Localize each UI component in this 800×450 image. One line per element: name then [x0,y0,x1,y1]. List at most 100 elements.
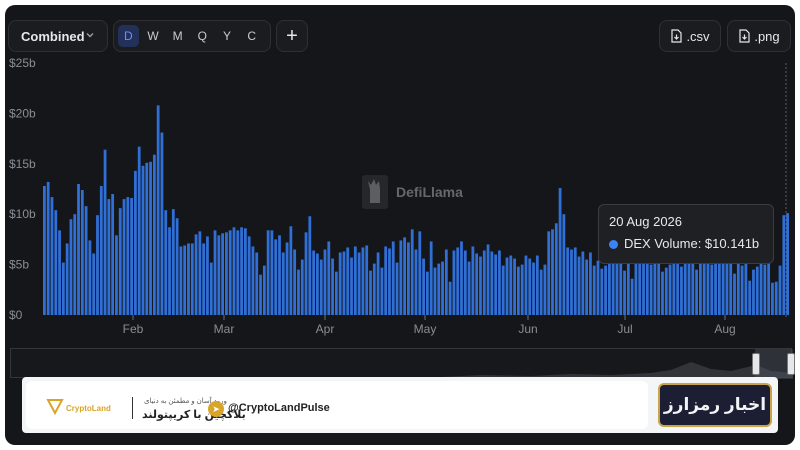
volume-bar[interactable] [274,239,278,315]
volume-bar[interactable] [342,251,346,316]
volume-bar[interactable] [759,262,763,315]
volume-bar[interactable] [710,264,714,315]
volume-bar[interactable] [323,249,327,315]
volume-bar[interactable] [285,242,289,315]
volume-bar[interactable] [774,281,778,315]
volume-bar[interactable] [289,226,293,315]
volume-bar[interactable] [543,264,547,315]
volume-bar[interactable] [281,252,285,316]
volume-bar[interactable] [353,246,357,315]
volume-bar[interactable] [407,242,410,315]
brush-handle-left[interactable] [752,353,760,375]
volume-bar[interactable] [232,227,236,315]
volume-bar[interactable] [293,249,297,315]
volume-bar[interactable] [262,265,266,315]
volume-bar[interactable] [357,252,361,316]
volume-bar[interactable] [596,260,600,315]
volume-bar[interactable] [77,183,80,315]
volume-bar[interactable] [661,271,664,315]
volume-bar[interactable] [391,241,395,315]
volume-bar[interactable] [365,245,369,315]
volume-bar[interactable] [505,257,509,315]
volume-bar[interactable] [80,190,84,315]
volume-bar[interactable] [171,209,175,315]
telegram-handle[interactable]: @CryptoLandPulse [228,402,330,414]
volume-bar[interactable] [604,265,607,315]
volume-bar[interactable] [479,256,482,315]
volume-bar[interactable] [50,197,54,315]
volume-bar[interactable] [733,273,736,315]
volume-bar[interactable] [721,258,725,315]
volume-bar[interactable] [680,266,683,315]
volume-bar[interactable] [115,235,118,315]
volume-bar[interactable] [346,247,350,315]
volume-bar[interactable] [297,269,300,315]
volume-bar[interactable] [46,181,50,315]
volume-bar[interactable] [486,244,490,315]
volume-bar[interactable] [194,234,198,315]
volume-bar[interactable] [528,258,532,315]
volume-bar[interactable] [334,271,338,315]
volume-bar[interactable] [54,210,58,315]
volume-bar[interactable] [441,261,444,315]
volume-bar[interactable] [539,269,543,315]
volume-bar[interactable] [221,233,225,315]
volume-bar[interactable] [532,262,535,315]
volume-bar[interactable] [767,260,771,315]
volume-bar[interactable] [558,187,562,315]
volume-bar[interactable] [771,282,774,315]
volume-bar[interactable] [520,264,524,315]
volume-bar[interactable] [562,214,566,315]
volume-bar[interactable] [740,265,744,315]
volume-bar[interactable] [312,250,316,315]
volume-bar[interactable] [43,185,46,315]
volume-bar[interactable] [327,241,331,315]
volume-bar[interactable] [134,170,137,315]
brush-handle-right[interactable] [787,353,795,375]
volume-bar[interactable] [501,265,505,315]
volume-bar[interactable] [338,252,342,316]
volume-bar[interactable] [702,261,706,315]
volume-bar[interactable] [691,257,695,315]
volume-bar[interactable] [319,259,323,315]
volume-bar[interactable] [425,271,429,315]
volume-bar[interactable] [778,265,782,315]
volume-bar[interactable] [69,219,73,315]
volume-bar[interactable] [361,247,365,315]
volume-bar[interactable] [570,249,573,315]
volume-bar[interactable] [516,266,520,315]
volume-bar[interactable] [73,214,77,315]
volume-bar[interactable] [107,199,111,315]
volume-bar[interactable] [683,259,687,315]
volume-bar[interactable] [414,249,418,315]
volume-bar[interactable] [547,231,551,315]
volume-bar[interactable] [118,208,122,315]
range-brush[interactable] [10,348,795,379]
volume-bar[interactable] [725,263,729,315]
volume-bar[interactable] [471,246,475,315]
volume-bar[interactable] [755,266,759,315]
volume-bar[interactable] [198,231,202,315]
volume-bar[interactable] [498,250,501,315]
volume-bar[interactable] [190,243,194,315]
volume-bar[interactable] [141,165,145,315]
volume-bar[interactable] [687,260,691,315]
volume-bar[interactable] [649,264,653,315]
volume-bar[interactable] [448,281,452,315]
volume-bar[interactable] [156,105,160,315]
volume-bar[interactable] [304,232,308,315]
volume-bar[interactable] [217,235,221,315]
volume-bar[interactable] [642,259,645,315]
volume-bar[interactable] [160,132,164,315]
volume-bar[interactable] [623,270,626,315]
volume-bar[interactable] [418,231,422,315]
volume-bar[interactable] [535,255,539,315]
volume-bar[interactable] [592,265,596,315]
volume-bar[interactable] [384,246,388,315]
volume-bar[interactable] [456,247,460,315]
volume-bar[interactable] [164,210,168,315]
volume-bar[interactable] [577,256,581,315]
volume-bar[interactable] [437,263,441,315]
volume-bar[interactable] [61,262,65,315]
volume-bar[interactable] [634,255,638,315]
